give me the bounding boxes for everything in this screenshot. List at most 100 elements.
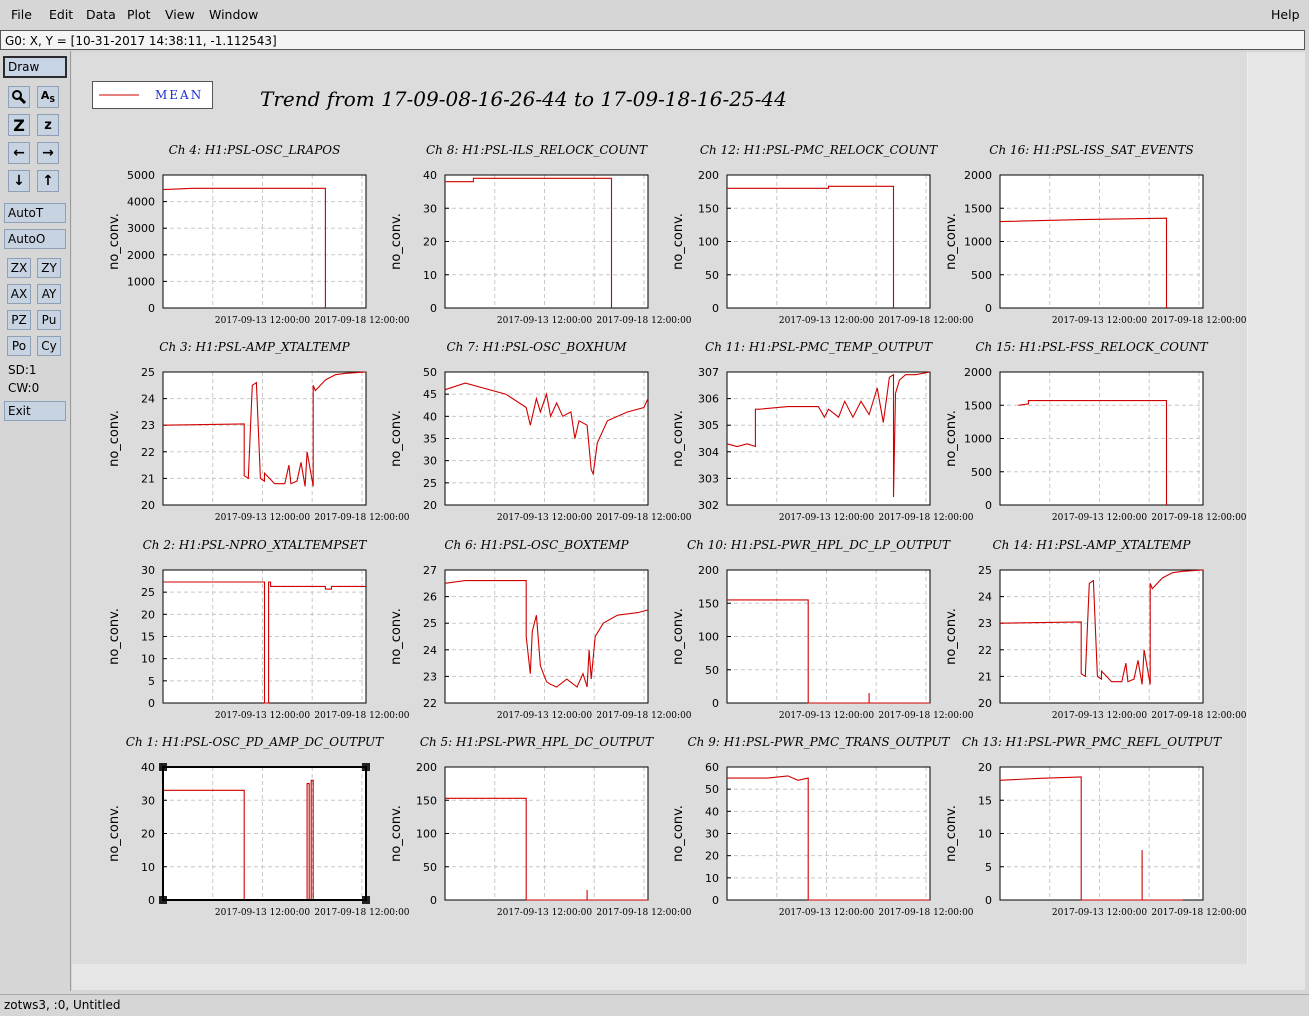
x-tick-label: 2017-09-18 12:00:00: [596, 908, 691, 918]
y-tick-label: 25: [141, 366, 155, 379]
x-tick-label: 2017-09-18 12:00:00: [878, 316, 973, 326]
y-tick-label: 20: [141, 608, 155, 621]
chart-16: 0 5 10 15 20 2017-09-13 12:00:00 2017-09-18 12…: [944, 735, 1247, 918]
chart-title: Ch 14: H1:PSL-AMP_XTALTEMP: [992, 538, 1191, 552]
y-tick-label: 10: [705, 872, 719, 885]
y-tick-label: 30: [705, 828, 719, 841]
y-tick-label: 1000: [964, 433, 992, 446]
chart-5: 20 21 22 23 24 25 2017-09-13 12:00:00 2017-09-1…: [107, 340, 410, 523]
x-tick-label: 2017-09-13 12:00:00: [779, 316, 874, 326]
y-tick-label: 10: [141, 653, 155, 666]
y-tick-label: 500: [971, 466, 992, 479]
y-tick-label: 0: [430, 302, 437, 315]
y-tick-label: 20: [423, 236, 437, 249]
y-tick-label: 20: [141, 499, 155, 512]
y-tick-label: 22: [978, 644, 992, 657]
y-axis-label: no_conv.: [671, 608, 686, 665]
chart-title: Ch 5: H1:PSL-PWR_HPL_DC_OUTPUT: [420, 735, 654, 749]
x-tick-label: 2017-09-13 12:00:00: [1052, 908, 1147, 918]
x-tick-label: 2017-09-18 12:00:00: [878, 711, 973, 721]
y-tick-label: 30: [141, 794, 155, 807]
chart-title: Ch 8: H1:PSL-ILS_RELOCK_COUNT: [426, 143, 648, 157]
y-tick-label: 150: [698, 597, 719, 610]
y-axis-label: no_conv.: [389, 805, 404, 862]
y-axis-label: no_conv.: [944, 805, 959, 862]
x-tick-label: 2017-09-13 12:00:00: [497, 711, 592, 721]
x-tick-label: 2017-09-13 12:00:00: [215, 316, 310, 326]
x-tick-label: 2017-09-13 12:00:00: [215, 513, 310, 523]
y-tick-label: 2000: [127, 249, 155, 262]
chart-7: 302 303 304 305 306 307 2017-09-13 12:00:00 201…: [671, 340, 974, 523]
y-tick-label: 26: [423, 591, 437, 604]
x-tick-label: 2017-09-13 12:00:00: [779, 908, 874, 918]
y-axis-label: no_conv.: [944, 608, 959, 665]
y-tick-label: 22: [141, 446, 155, 459]
y-tick-label: 50: [705, 783, 719, 796]
y-tick-label: 0: [148, 894, 155, 907]
y-tick-label: 3000: [127, 222, 155, 235]
y-tick-label: 302: [698, 499, 719, 512]
y-tick-label: 30: [141, 564, 155, 577]
y-tick-label: 0: [430, 894, 437, 907]
y-tick-label: 15: [141, 631, 155, 644]
y-axis-label: no_conv.: [389, 410, 404, 467]
chart-4: 0 500 1000 1500 2000 2017-09-13 12:00:00 2017-…: [944, 143, 1247, 326]
x-tick-label: 2017-09-13 12:00:00: [1052, 513, 1147, 523]
x-tick-label: 2017-09-13 12:00:00: [1052, 711, 1147, 721]
x-tick-label: 2017-09-18 12:00:00: [596, 513, 691, 523]
y-axis-label: no_conv.: [107, 213, 122, 270]
y-tick-label: 40: [423, 169, 437, 182]
chart-1: 0 1000 2000 3000 4000 5000 2017-09-13 12:00:00…: [107, 143, 410, 326]
chart-title: Ch 1: H1:PSL-OSC_PD_AMP_DC_OUTPUT: [126, 735, 384, 749]
y-tick-label: 2000: [964, 366, 992, 379]
y-tick-label: 10: [141, 861, 155, 874]
chart-3: 0 50 100 150 200 2017-09-13 12:00:00 2017-09-1…: [671, 143, 974, 326]
status-bar: zotws3, :0, Untitled: [0, 994, 1309, 1016]
y-axis-label: no_conv.: [389, 213, 404, 270]
y-tick-label: 306: [698, 393, 719, 406]
y-tick-label: 30: [423, 455, 437, 468]
x-tick-label: 2017-09-13 12:00:00: [779, 513, 874, 523]
y-tick-label: 20: [978, 697, 992, 710]
y-axis-label: no_conv.: [944, 213, 959, 270]
chart-title: Ch 12: H1:PSL-PMC_RELOCK_COUNT: [700, 143, 938, 157]
y-tick-label: 0: [148, 302, 155, 315]
y-tick-label: 5000: [127, 169, 155, 182]
chart-title: Ch 15: H1:PSL-FSS_RELOCK_COUNT: [975, 340, 1208, 354]
plot-area: [163, 372, 366, 505]
y-axis-label: no_conv.: [671, 805, 686, 862]
x-tick-label: 2017-09-18 12:00:00: [878, 908, 973, 918]
y-tick-label: 0: [712, 894, 719, 907]
y-tick-label: 0: [712, 302, 719, 315]
y-tick-label: 500: [971, 269, 992, 282]
x-tick-label: 2017-09-18 12:00:00: [314, 908, 409, 918]
chart-14: 0 50 100 150 200 2017-09-13 12:00:00 2017-09-1…: [389, 735, 692, 918]
y-tick-label: 23: [141, 419, 155, 432]
y-tick-label: 23: [978, 617, 992, 630]
y-tick-label: 40: [705, 805, 719, 818]
y-tick-label: 1000: [964, 236, 992, 249]
y-tick-label: 0: [985, 499, 992, 512]
y-tick-label: 24: [423, 644, 437, 657]
y-tick-label: 0: [712, 697, 719, 710]
x-tick-label: 2017-09-18 12:00:00: [1151, 908, 1246, 918]
chart-title: Ch 11: H1:PSL-PMC_TEMP_OUTPUT: [705, 340, 933, 354]
y-tick-label: 100: [416, 828, 437, 841]
y-axis-label: no_conv.: [107, 410, 122, 467]
chart-title: Ch 6: H1:PSL-OSC_BOXTEMP: [444, 538, 629, 552]
y-tick-label: 1500: [964, 202, 992, 215]
x-tick-label: 2017-09-18 12:00:00: [1151, 711, 1246, 721]
chart-15: 0 10 20 30 40 50 60 2017-09-13 12:00:00 2017-09-…: [671, 735, 974, 918]
y-tick-label: 45: [423, 388, 437, 401]
y-tick-label: 304: [698, 446, 719, 459]
plot-area: [445, 570, 648, 703]
y-tick-label: 307: [698, 366, 719, 379]
y-tick-label: 2000: [964, 169, 992, 182]
y-axis-label: no_conv.: [671, 410, 686, 467]
x-tick-label: 2017-09-13 12:00:00: [497, 908, 592, 918]
y-tick-label: 20: [705, 850, 719, 863]
y-tick-label: 20: [141, 828, 155, 841]
y-tick-label: 40: [423, 410, 437, 423]
y-tick-label: 25: [423, 477, 437, 490]
y-tick-label: 24: [978, 591, 992, 604]
